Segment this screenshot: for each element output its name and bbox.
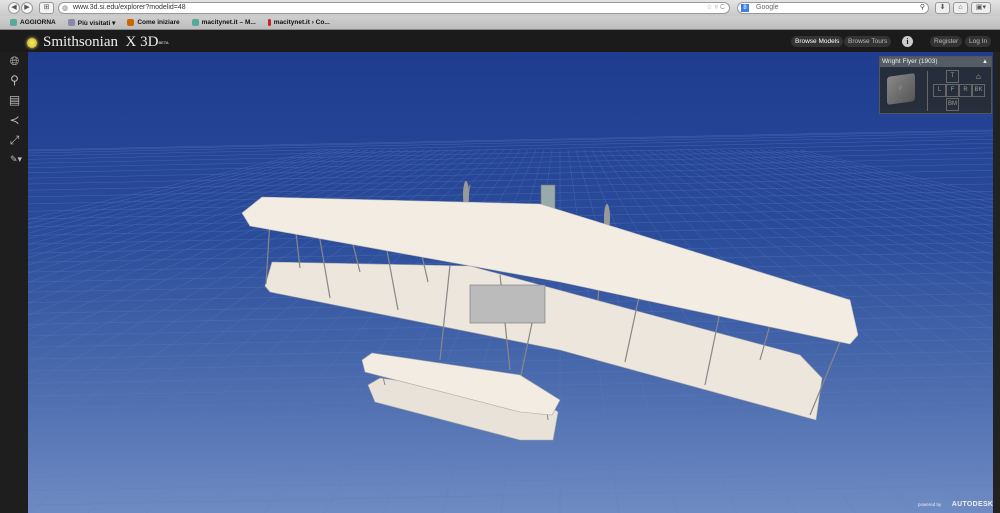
bookmark-item[interactable]: AGGIORNA <box>10 18 56 27</box>
browse-tours-button[interactable]: Browse Tours <box>844 36 892 47</box>
document-icon[interactable]: ▤ <box>7 93 22 108</box>
view-cube-panel: Wright Flyer (1903) ▲ F T L F R BK BM ⌂ <box>879 56 992 114</box>
powered-by-text: powered by <box>918 502 942 507</box>
search-input[interactable]: 8 Google ⚲ <box>737 2 929 14</box>
browser-toolbar: ◀ ▶ ⊞ ◍ www.3d.si.edu/explorer?modelid=48… <box>0 0 1000 16</box>
login-button[interactable]: Log In <box>965 36 992 47</box>
view-top-button[interactable]: T <box>946 70 959 83</box>
globe-icon: ◍ <box>62 5 69 12</box>
share-icon[interactable]: ≺ <box>7 113 22 128</box>
url-text: www.3d.si.edu/explorer?modelid=48 <box>73 4 186 11</box>
home-button[interactable]: ⌂ <box>953 2 968 14</box>
divider <box>927 71 928 111</box>
view-bottom-button[interactable]: BM <box>946 98 959 111</box>
autodesk-text: AUTODESK <box>951 501 994 508</box>
bookmark-icon <box>10 18 17 26</box>
back-button[interactable]: ◀ <box>8 2 20 14</box>
forward-button[interactable]: ▶ <box>21 2 33 14</box>
sun-logo-icon <box>27 37 37 48</box>
view-left-button[interactable]: L <box>933 84 946 97</box>
wright-flyer-model <box>241 181 859 441</box>
bookmark-item[interactable]: macitynet.it – M... <box>191 18 256 27</box>
3d-viewport[interactable] <box>28 52 993 513</box>
downloads-button[interactable]: ⬇ <box>935 2 950 14</box>
autodesk-logo-icon: ▲ <box>944 502 949 507</box>
model-title: Wright Flyer (1903) <box>882 58 938 65</box>
folder-icon <box>67 19 75 27</box>
firefox-icon <box>127 18 135 26</box>
fullscreen-icon[interactable]: ⤢ <box>7 133 22 148</box>
model-title-bar[interactable]: Wright Flyer (1903) ▲ <box>880 57 991 67</box>
bookmark-label: Più visitati ▾ <box>77 19 116 27</box>
globe-icon[interactable]: 🌐︎ <box>7 54 22 69</box>
bookmark-label: macitynet.it – M... <box>201 19 256 27</box>
location-pin-icon[interactable]: ⚲ <box>7 73 22 88</box>
bookmark-item[interactable]: Più visitati ▾ <box>67 19 116 27</box>
smithsonian-logo[interactable]: Smithsonian X 3D BETA <box>27 34 169 51</box>
bookmark-star-reload-icons[interactable]: ☆ ▿ C <box>706 3 725 13</box>
info-icon[interactable]: i <box>902 36 913 47</box>
browse-models-button[interactable]: Browse Models <box>791 36 844 47</box>
model-scene <box>28 129 993 513</box>
search-icon[interactable]: ⚲ <box>920 3 925 13</box>
scrollbar-edge <box>993 52 1000 513</box>
home-view-icon[interactable]: ⌂ <box>976 72 981 81</box>
google-icon: 8 <box>741 4 749 12</box>
menu-button[interactable]: ▣▾ <box>971 2 991 14</box>
view-cube[interactable]: F <box>887 73 915 105</box>
search-placeholder: Google <box>756 4 779 11</box>
view-back-button[interactable]: BK <box>972 84 985 97</box>
view-front-button[interactable]: F <box>946 84 959 97</box>
site-header: Smithsonian X 3D BETA Browse Models Brows… <box>0 30 1000 52</box>
register-button[interactable]: Register <box>930 36 963 47</box>
bookmark-item[interactable]: macitynet.it › Co... <box>267 18 330 27</box>
beta-badge: BETA <box>158 40 169 45</box>
collapse-icon[interactable]: ▲ <box>982 57 988 67</box>
engine <box>469 284 546 324</box>
bookmark-label: macitynet.it › Co... <box>273 19 330 27</box>
bookmark-item[interactable]: Come iniziare <box>127 18 180 27</box>
bookmark-icon <box>267 18 271 26</box>
url-bar[interactable]: ◍ www.3d.si.edu/explorer?modelid=48 ☆ ▿ C <box>58 2 730 14</box>
site-identity-button[interactable]: ⊞ <box>39 2 54 14</box>
bookmarks-bar: AGGIORNA Più visitati ▾ Come iniziare ma… <box>0 16 1000 30</box>
bookmark-label: AGGIORNA <box>20 19 56 27</box>
pen-tool-dropdown-icon[interactable]: ✎▾ <box>7 152 25 167</box>
tool-sidebar: 🌐︎ ⚲ ▤ ≺ ⤢ ✎▾ <box>0 52 28 513</box>
product-name: X 3D <box>125 34 159 50</box>
logo-text: Smithsonian <box>43 34 119 50</box>
bookmark-label: Come iniziare <box>137 19 180 27</box>
feed-icon <box>191 18 199 26</box>
powered-by-autodesk[interactable]: powered by ▲ AUTODESK <box>918 501 993 508</box>
view-right-button[interactable]: R <box>959 84 972 97</box>
